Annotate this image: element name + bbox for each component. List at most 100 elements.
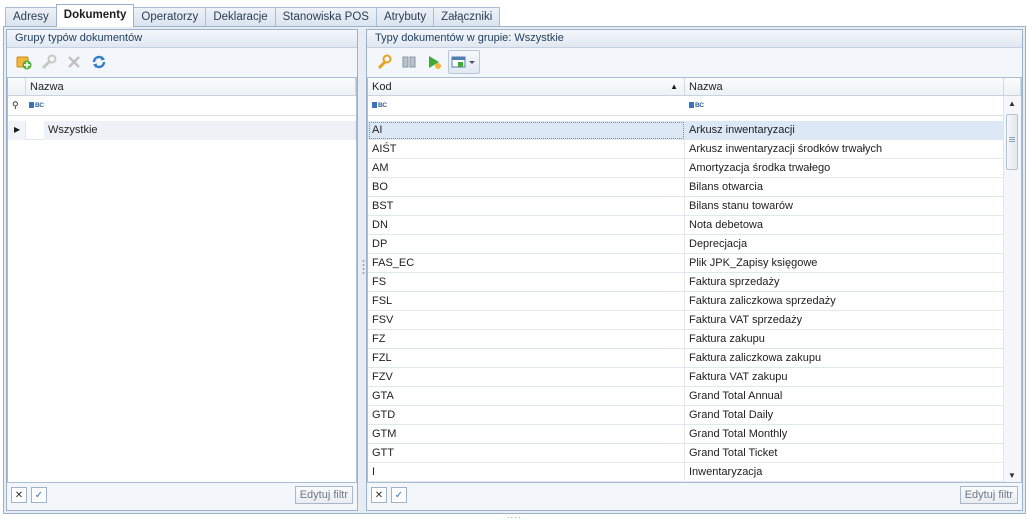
scroll-header-corner xyxy=(1004,78,1021,96)
table-row[interactable]: FAS_EC Plik JPK_Zapisy księgowe xyxy=(368,254,1004,273)
code-cell: GTT xyxy=(368,444,685,463)
column-header-kod-label: Kod xyxy=(372,81,392,93)
name-cell: Faktura zakupu xyxy=(685,330,1004,349)
code-cell: FZ xyxy=(368,330,685,349)
filter-row: BC BC xyxy=(368,96,1004,116)
groups-panel: Grupy typów dokumentów Nazwa ⚲ BC ▶ Wszy… xyxy=(6,29,358,511)
groups-grid: Nazwa ⚲ BC ▶ Wszystkie xyxy=(7,77,357,483)
code-cell: FAS_EC xyxy=(368,254,685,273)
scroll-down-icon[interactable]: ▼ xyxy=(1008,471,1016,480)
name-cell: Grand Total Daily xyxy=(685,406,1004,425)
name-cell: Faktura VAT sprzedaży xyxy=(685,311,1004,330)
bottom-resize-grip[interactable]: ···· xyxy=(507,513,522,522)
name-cell: Arkusz inwentaryzacji xyxy=(685,121,1004,140)
table-row[interactable]: I Inwentaryzacja xyxy=(368,463,1004,482)
table-row[interactable]: FS Faktura sprzedaży xyxy=(368,273,1004,292)
clear-filter-icon[interactable]: ✕ xyxy=(11,487,27,503)
scroll-thumb[interactable] xyxy=(1006,114,1018,170)
name-cell: Deprecjacja xyxy=(685,235,1004,254)
tab-content: Grupy typów dokumentów Nazwa ⚲ BC ▶ Wszy… xyxy=(3,26,1026,514)
table-row[interactable]: GTA Grand Total Annual xyxy=(368,387,1004,406)
sort-ascending-icon: ▲ xyxy=(670,82,678,91)
name-cell: Inwentaryzacja xyxy=(685,463,1004,482)
table-row[interactable]: AI Arkusz inwentaryzacji xyxy=(368,121,1004,140)
table-row[interactable]: FZ Faktura zakupu xyxy=(368,330,1004,349)
add-group-icon[interactable] xyxy=(13,51,35,73)
groups-panel-title: Grupy typów dokumentów xyxy=(7,30,357,48)
column-layout-icon[interactable] xyxy=(398,51,420,73)
table-row[interactable]: FSL Faktura zaliczkowa sprzedaży xyxy=(368,292,1004,311)
name-cell: Nota debetowa xyxy=(685,216,1004,235)
wrench-icon[interactable] xyxy=(373,51,395,73)
document-types-toolbar xyxy=(367,48,1022,76)
group-name-cell: Wszystkie xyxy=(44,121,356,140)
clear-filter-icon[interactable]: ✕ xyxy=(371,487,387,503)
name-cell: Faktura zaliczkowa zakupu xyxy=(685,349,1004,368)
scroll-up-icon[interactable]: ▲ xyxy=(1008,99,1016,108)
tab-atrybuty[interactable]: Atrybuty xyxy=(375,7,435,27)
code-cell: BO xyxy=(368,178,685,197)
name-cell: Bilans stanu towarów xyxy=(685,197,1004,216)
filter-checkbox[interactable]: ✓ xyxy=(31,487,47,503)
code-filter-icon[interactable]: BC xyxy=(372,102,387,109)
filter-row: ⚲ BC xyxy=(8,96,356,116)
edit-filter-button[interactable]: Edytuj filtr xyxy=(959,486,1018,504)
table-row[interactable]: AIŚT Arkusz inwentaryzacji środków trwały… xyxy=(368,140,1004,159)
table-row[interactable]: GTT Grand Total Ticket xyxy=(368,444,1004,463)
code-cell: AIŚT xyxy=(368,140,685,159)
panel-splitter[interactable] xyxy=(362,259,365,275)
groups-toolbar xyxy=(7,48,357,76)
pin-icon: ⚲ xyxy=(12,100,19,110)
filter-glyph: BC xyxy=(378,102,387,109)
view-dropdown-button[interactable] xyxy=(448,50,480,74)
filter-checkbox[interactable]: ✓ xyxy=(391,487,407,503)
name-filter-icon[interactable]: BC xyxy=(689,102,704,109)
table-row[interactable]: FZL Faktura zaliczkowa zakupu xyxy=(368,349,1004,368)
tab-dokumenty[interactable]: Dokumenty xyxy=(55,4,135,27)
code-cell: FZV xyxy=(368,368,685,387)
table-row[interactable]: AM Amortyzacja środka trwałego xyxy=(368,159,1004,178)
code-cell: DP xyxy=(368,235,685,254)
delete-group-icon[interactable] xyxy=(63,51,85,73)
code-cell: AI xyxy=(368,121,685,140)
filter-glyph: BC xyxy=(695,102,704,109)
groups-footer: ✕ ✓ Edytuj filtr xyxy=(7,482,357,510)
tab-operatorzy[interactable]: Operatorzy xyxy=(133,7,207,27)
table-row[interactable]: ▶ Wszystkie xyxy=(8,121,356,140)
name-cell: Grand Total Ticket xyxy=(685,444,1004,463)
code-cell: DN xyxy=(368,216,685,235)
rows-container: AI Arkusz inwentaryzacji AIŚT Arkusz inwent… xyxy=(368,121,1004,482)
edit-filter-button[interactable]: Edytuj filtr xyxy=(294,486,353,504)
row-indicator-header xyxy=(8,78,26,96)
run-icon[interactable] xyxy=(423,51,445,73)
document-types-panel-title: Typy dokumentów w grupie: Wszystkie xyxy=(367,30,1022,48)
table-row[interactable]: BO Bilans otwarcia xyxy=(368,178,1004,197)
code-cell: BST xyxy=(368,197,685,216)
tab-zalaczniki[interactable]: Załączniki xyxy=(433,7,501,27)
name-cell: Grand Total Monthly xyxy=(685,425,1004,444)
code-cell: GTA xyxy=(368,387,685,406)
filter-glyph: BC xyxy=(35,102,44,109)
vertical-scrollbar[interactable]: ▲ ▼ xyxy=(1003,96,1021,482)
table-row[interactable]: DP Deprecjacja xyxy=(368,235,1004,254)
table-row[interactable]: DN Nota debetowa xyxy=(368,216,1004,235)
name-cell: Faktura VAT zakupu xyxy=(685,368,1004,387)
column-header-kod[interactable]: Kod ▲ xyxy=(368,78,685,96)
tab-strip: Adresy Dokumenty Operatorzy Deklaracje S… xyxy=(5,4,501,27)
table-row[interactable]: FZV Faktura VAT zakupu xyxy=(368,368,1004,387)
column-header-nazwa[interactable]: Nazwa xyxy=(685,78,1004,96)
column-header-nazwa[interactable]: Nazwa xyxy=(26,78,356,96)
table-row[interactable]: FSV Faktura VAT sprzedaży xyxy=(368,311,1004,330)
text-filter-icon[interactable]: BC xyxy=(29,102,44,109)
tab-stanowiska-pos[interactable]: Stanowiska POS xyxy=(274,7,377,27)
tab-adresy[interactable]: Adresy xyxy=(5,7,57,27)
table-row[interactable]: GTM Grand Total Monthly xyxy=(368,425,1004,444)
edit-group-icon[interactable] xyxy=(38,51,60,73)
expand-arrow-icon[interactable]: ▶ xyxy=(14,121,20,139)
tab-deklaracje[interactable]: Deklaracje xyxy=(205,7,276,27)
code-cell: AM xyxy=(368,159,685,178)
refresh-icon[interactable] xyxy=(88,51,110,73)
name-cell: Plik JPK_Zapisy księgowe xyxy=(685,254,1004,273)
table-row[interactable]: GTD Grand Total Daily xyxy=(368,406,1004,425)
table-row[interactable]: BST Bilans stanu towarów xyxy=(368,197,1004,216)
